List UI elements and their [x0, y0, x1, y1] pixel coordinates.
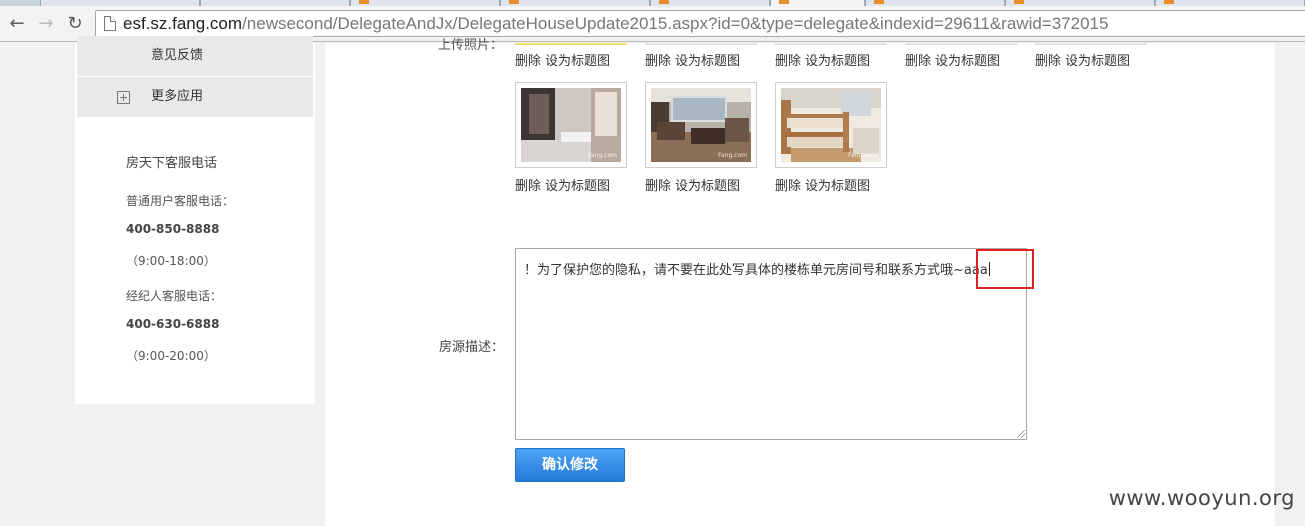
set-cover-link[interactable]: 设为标题图 — [675, 54, 740, 69]
photo-thumb-partial — [775, 43, 887, 45]
normal-user-hours: （9:00-18:00） — [126, 254, 216, 268]
photo-thumb-partial — [1035, 43, 1147, 45]
photo-actions: 删除 设为标题图 — [1035, 50, 1134, 69]
photo-thumbnail[interactable]: Fang.com — [645, 82, 757, 168]
photo-thumb-partial — [515, 43, 627, 45]
agent-hours: （9:00-20:00） — [126, 349, 216, 363]
set-cover-link[interactable]: 设为标题图 — [935, 54, 1000, 69]
page-body: 意见反馈 更多应用 房天下客服电话 普通用户客服电话： 400-850-8888… — [0, 36, 1305, 526]
photo-actions: 删除 设为标题图 — [515, 175, 614, 194]
room-photo-image: Fang.com — [521, 88, 621, 162]
photo-actions: 删除 设为标题图 — [775, 50, 874, 69]
set-cover-link[interactable]: 设为标题图 — [545, 179, 610, 194]
highlight-annotation-box — [976, 249, 1034, 289]
photo-watermark: Fang.com — [848, 152, 877, 159]
set-cover-link[interactable]: 设为标题图 — [805, 54, 870, 69]
sidebar-item-label: 更多应用 — [151, 89, 204, 104]
delete-photo-link[interactable]: 删除 — [645, 54, 671, 69]
agent-phone-label: 经纪人客服电话： — [126, 289, 223, 303]
photo-actions: 删除 设为标题图 — [645, 50, 744, 69]
sidebar-item-more-apps[interactable]: 更多应用 — [77, 77, 313, 117]
resize-grip-icon[interactable] — [1017, 430, 1025, 438]
confirm-edit-button[interactable]: 确认修改 — [515, 448, 625, 482]
delete-photo-link[interactable]: 删除 — [645, 179, 671, 194]
sidebar-item-label: 意见反馈 — [151, 48, 204, 63]
address-bar[interactable]: esf.sz.fang.com/newsecond/DelegateAndJx/… — [95, 10, 1305, 37]
site-watermark: www.wooyun.org — [1108, 486, 1295, 510]
plus-box-icon — [117, 91, 130, 104]
photo-actions: 删除 设为标题图 — [775, 175, 874, 194]
delete-photo-link[interactable]: 删除 — [905, 54, 931, 69]
delete-photo-link[interactable]: 删除 — [775, 54, 801, 69]
description-label: 房源描述： — [439, 340, 505, 355]
delete-photo-link[interactable]: 删除 — [775, 179, 801, 194]
photo-thumb-partial — [905, 43, 1017, 45]
main-content: 上传照片： 删除 设为标题图 删除 设为标题图 删除 设为标题图 删除 设为标题图 删除… — [325, 38, 1275, 526]
photo-thumbnail[interactable]: Fang.com — [515, 82, 627, 168]
room-photo-image: Fang.com — [651, 88, 751, 162]
photo-actions: 删除 设为标题图 — [645, 175, 744, 194]
back-arrow-icon[interactable]: ← — [5, 13, 29, 35]
room-photo-image: Fang.com — [781, 88, 881, 162]
delete-photo-link[interactable]: 删除 — [515, 179, 541, 194]
set-cover-link[interactable]: 设为标题图 — [545, 54, 610, 69]
page-icon — [104, 16, 116, 31]
photo-watermark: Fang.com — [718, 152, 747, 159]
delete-photo-link[interactable]: 删除 — [515, 54, 541, 69]
address-url[interactable]: esf.sz.fang.com/newsecond/DelegateAndJx/… — [123, 13, 1108, 34]
upload-photos-label: 上传照片： — [438, 38, 504, 53]
delete-photo-link[interactable]: 删除 — [1035, 54, 1061, 69]
sidebar-item-feedback[interactable]: 意见反馈 — [77, 36, 313, 76]
photo-watermark: Fang.com — [588, 152, 617, 159]
set-cover-link[interactable]: 设为标题图 — [1065, 54, 1130, 69]
description-text: ！为了保护您的隐私，请不要在此处写具体的楼栋单元房间号和联系方式哦~aaa — [524, 263, 988, 278]
set-cover-link[interactable]: 设为标题图 — [675, 179, 740, 194]
photo-actions: 删除 设为标题图 — [515, 50, 614, 69]
reload-icon[interactable]: ↻ — [63, 13, 87, 35]
photo-thumb-partial — [645, 43, 757, 45]
agent-phone: 400-630-6888 — [126, 317, 220, 331]
forward-arrow-icon[interactable]: → — [34, 13, 58, 35]
normal-user-phone-label: 普通用户客服电话： — [126, 194, 235, 208]
photo-actions: 删除 设为标题图 — [905, 50, 1004, 69]
photo-thumbnail[interactable]: Fang.com — [775, 82, 887, 168]
service-title: 房天下客服电话 — [126, 156, 218, 171]
description-textarea[interactable]: ！为了保护您的隐私，请不要在此处写具体的楼栋单元房间号和联系方式哦~aaa — [515, 248, 1027, 440]
sidebar: 意见反馈 更多应用 房天下客服电话 普通用户客服电话： 400-850-8888… — [75, 36, 315, 404]
set-cover-link[interactable]: 设为标题图 — [805, 179, 870, 194]
normal-user-phone: 400-850-8888 — [126, 222, 220, 236]
